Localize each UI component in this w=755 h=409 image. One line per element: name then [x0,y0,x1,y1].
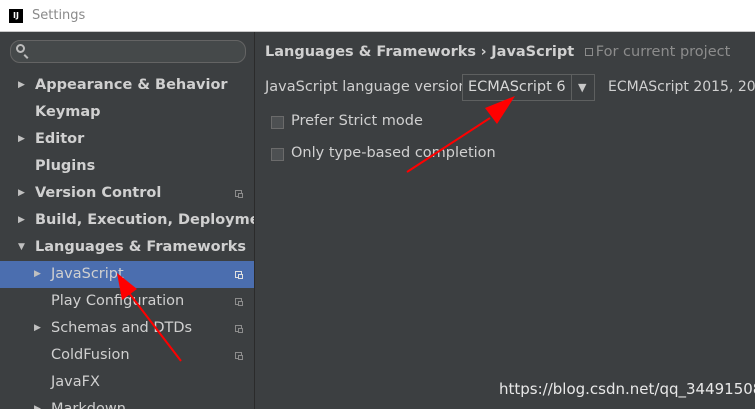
tree-item-label: Languages & Frameworks [35,239,247,255]
breadcrumb: Languages & Frameworks › JavaScript For … [265,44,730,60]
watermark: https://blog.csdn.net/qq_34491508 [499,380,755,398]
tree-item-label: JavaScript [51,266,124,282]
project-scope-icon [235,271,243,279]
scope-hint: For current project [595,44,731,60]
tree-item-label: Plugins [35,158,96,174]
settings-content: Languages & Frameworks › JavaScript For … [256,32,755,409]
project-scope-icon [235,190,243,198]
tree-item-languages-frameworks[interactable]: ▼ Languages & Frameworks [0,234,254,261]
breadcrumb-separator: › [480,44,487,60]
tree-item-label: Editor [35,131,85,147]
collapsed-arrow-icon[interactable]: ▶ [18,126,25,153]
tree-item-version-control[interactable]: ▶ Version Control [0,180,254,207]
tree-item-label: Version Control [35,185,162,201]
breadcrumb-current: JavaScript [491,44,575,60]
tree-item-editor[interactable]: ▶ Editor [0,126,254,153]
tree-item-schemas-and-dtds[interactable]: ▶ Schemas and DTDs [0,315,254,342]
tree-item-coldfusion[interactable]: ColdFusion [0,342,254,369]
tree-item-label: Appearance & Behavior [35,77,228,93]
collapsed-arrow-icon[interactable]: ▶ [34,261,41,288]
tree-item-javascript[interactable]: ▶ JavaScript [0,261,254,288]
settings-sidebar: ▶ Appearance & Behavior Keymap ▶ Editor Plugi… [0,32,255,409]
tree-item-label: Schemas and DTDs [51,320,193,336]
chevron-down-icon[interactable]: ▼ [578,81,586,94]
collapsed-arrow-icon[interactable]: ▶ [34,396,41,409]
language-version-description: ECMAScript 2015, 2016 [608,79,755,95]
tree-item-label: Play Configuration [51,293,185,309]
tree-item-build-execution-deployment[interactable]: ▶ Build, Execution, Deployment [0,207,254,234]
tree-item-label: ColdFusion [51,347,130,363]
search-input[interactable] [10,40,246,63]
breadcrumb-parent: Languages & Frameworks [265,44,477,60]
language-version-label: JavaScript language version [265,79,468,95]
project-scope-icon [235,298,243,306]
collapsed-arrow-icon[interactable]: ▶ [34,315,41,342]
window-title: Settings [32,8,86,23]
prefer-strict-mode-label[interactable]: Prefer Strict mode [291,113,423,129]
tree-item-label: JavaFX [51,374,100,390]
tree-item-plugins[interactable]: Plugins [0,153,254,180]
tree-item-javafx[interactable]: JavaFX [0,369,254,396]
collapsed-arrow-icon[interactable]: ▶ [18,72,25,99]
tree-item-label: Keymap [35,104,101,120]
project-scope-icon [235,325,243,333]
project-scope-icon [235,352,243,360]
expanded-arrow-icon[interactable]: ▼ [18,234,25,261]
tree-item-play-configuration[interactable]: Play Configuration [0,288,254,315]
intellij-logo-icon: IJ [9,9,23,23]
tree-item-appearance-behavior[interactable]: ▶ Appearance & Behavior [0,72,254,99]
search-icon [16,44,25,53]
project-scope-icon [584,48,593,56]
prefer-strict-mode-checkbox[interactable] [271,116,284,129]
tree-item-label: Build, Execution, Deployment [35,212,255,228]
tree-item-markdown[interactable]: ▶ Markdown [0,396,254,409]
language-version-select[interactable]: ECMAScript 6 ▼ [462,74,595,101]
type-based-completion-checkbox[interactable] [271,148,284,161]
tree-item-label: Markdown [51,401,126,409]
title-bar: IJ Settings [0,0,755,32]
collapsed-arrow-icon[interactable]: ▶ [18,207,25,234]
collapsed-arrow-icon[interactable]: ▶ [18,180,25,207]
tree-item-keymap[interactable]: Keymap [0,99,254,126]
select-divider [571,75,572,100]
type-based-completion-label[interactable]: Only type-based completion [291,145,496,161]
language-version-value: ECMAScript 6 [468,79,566,95]
